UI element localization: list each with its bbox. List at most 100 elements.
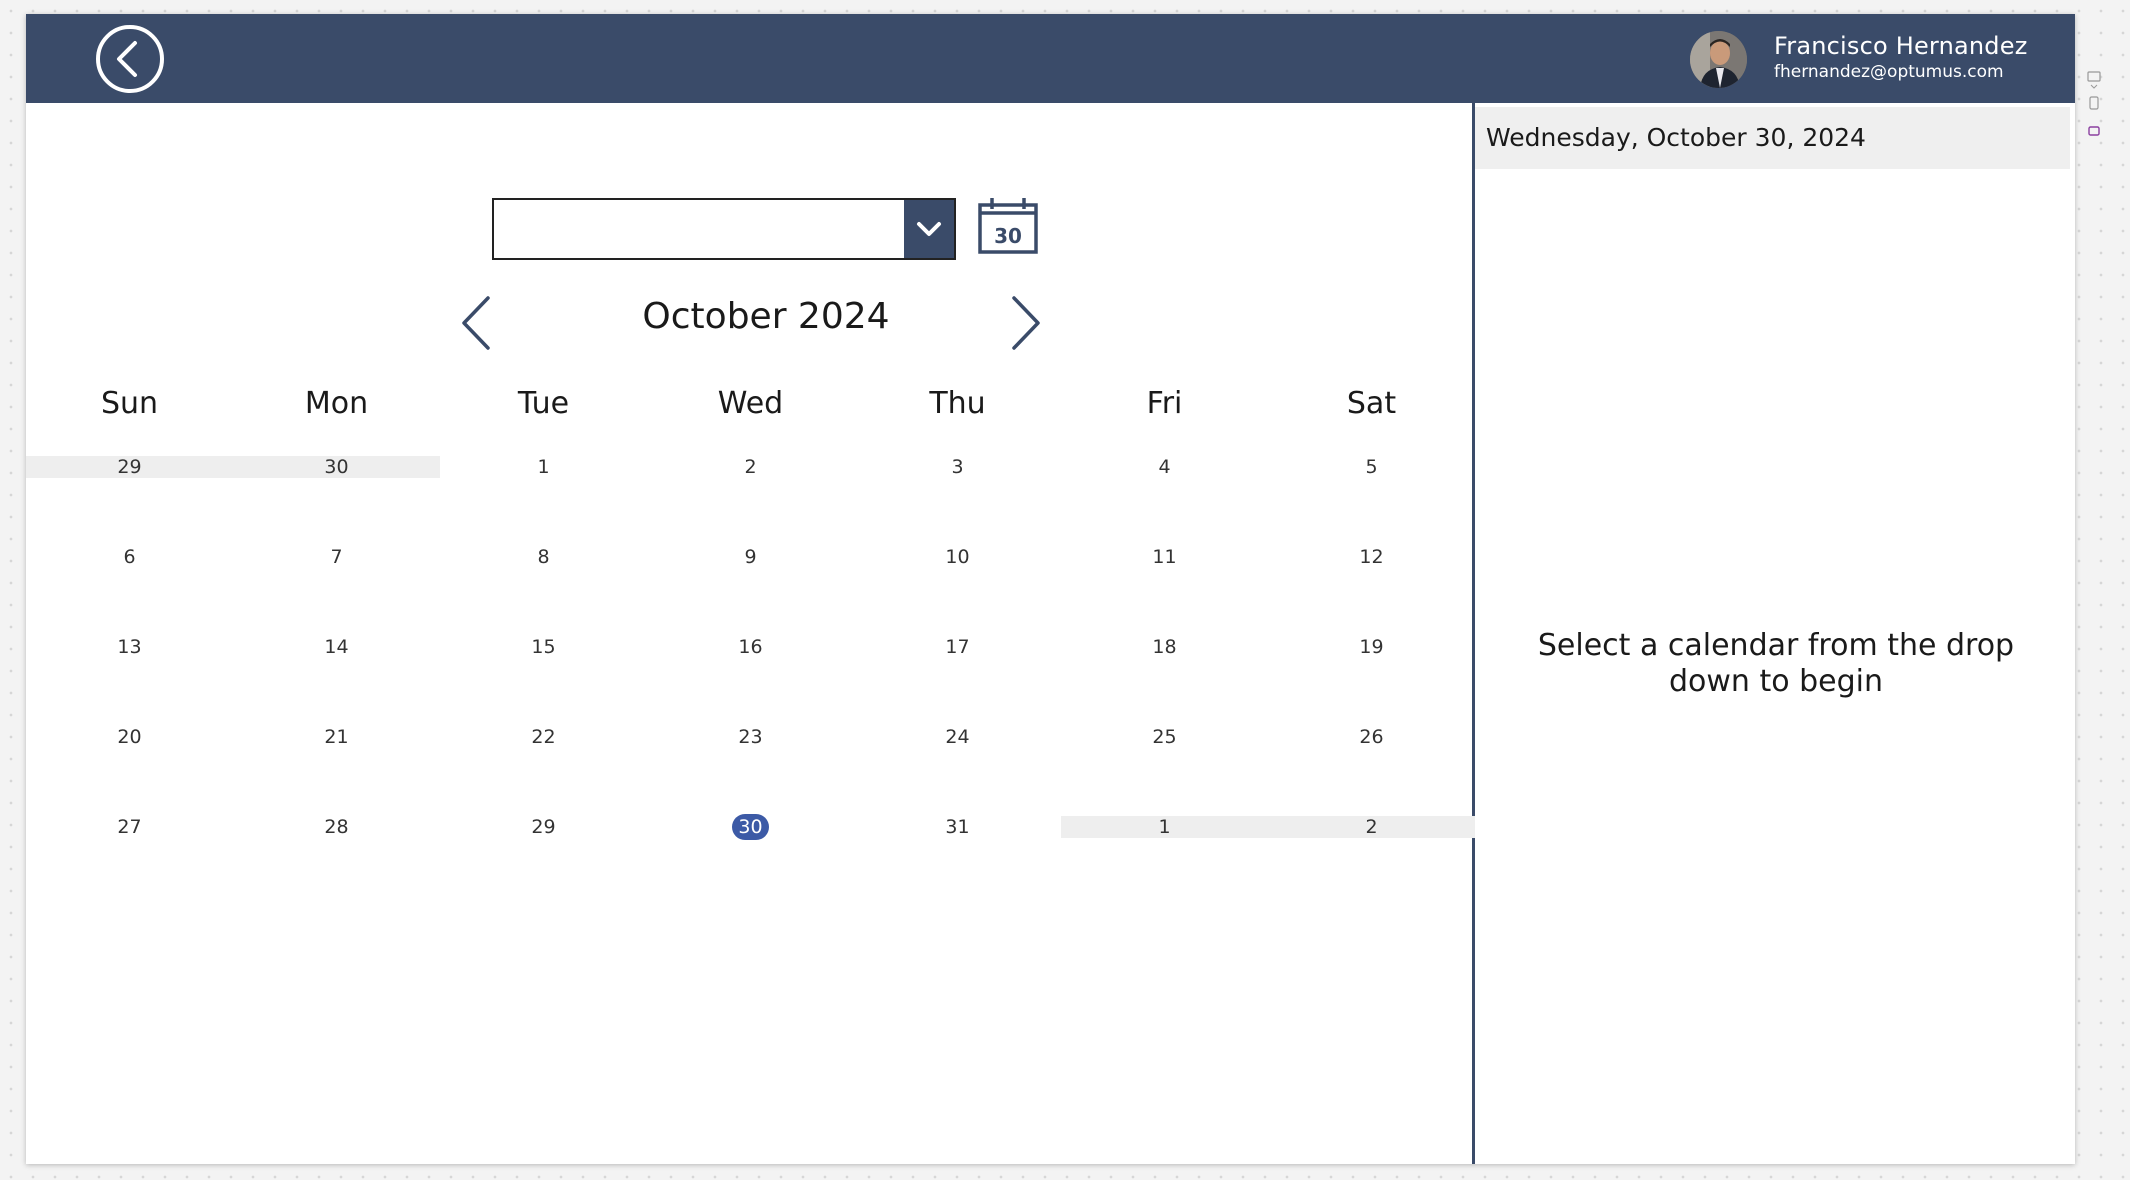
calendar-dropdown[interactable] [492,198,956,260]
day-cell[interactable]: 13 [26,636,233,658]
day-number: 5 [1365,456,1378,478]
prev-month-button[interactable] [458,292,498,354]
day-cell[interactable]: 9 [647,546,854,568]
weekday-label: Sat [1346,386,1397,421]
day-cell[interactable]: 27 [26,816,233,838]
day-cell[interactable]: 31 [854,816,1061,838]
app-header: Francisco Hernandez fhernandez@optumus.c… [26,14,2075,103]
day-number: 13 [117,636,142,658]
day-cell[interactable]: 2 [647,456,854,478]
week-row: 6 7 8 9 10 11 12 [26,546,1472,570]
next-month-button[interactable] [1004,292,1044,354]
panel-divider [1472,103,1475,1164]
weekday-label: Sun [100,386,159,421]
dropdown-toggle[interactable] [904,200,954,258]
back-button[interactable] [96,25,164,93]
day-cell[interactable]: 21 [233,726,440,748]
day-number: 19 [1359,636,1384,658]
day-number: 3 [951,456,964,478]
day-number: 24 [945,726,970,748]
day-number: 12 [1359,546,1384,568]
screen-icon [2087,71,2101,82]
day-cell[interactable]: 17 [854,636,1061,658]
week-row: 20 21 22 23 24 25 26 [26,726,1472,750]
chevron-down-icon [917,222,941,236]
day-number: 15 [531,636,556,658]
day-cell[interactable]: 12 [1268,546,1475,568]
day-cell[interactable]: 5 [1268,456,1475,478]
day-cell[interactable]: 15 [440,636,647,658]
day-cell[interactable]: 22 [440,726,647,748]
day-cell[interactable]: 14 [233,636,440,658]
selected-date-bar: Wednesday, October 30, 2024 [1475,107,2070,169]
today-button[interactable]: 30 [977,196,1039,256]
weekday-header: Sun Mon Tue Wed Thu Fri Sat [26,386,1472,436]
weekday-label: Tue [517,386,570,421]
day-number: 6 [123,546,136,568]
day-cell[interactable]: 26 [1268,726,1475,748]
day-number: 26 [1359,726,1384,748]
calendar-icon: 30 [978,198,1038,254]
day-cell[interactable]: 4 [1061,456,1268,478]
day-number: 10 [945,546,970,568]
day-cell[interactable]: 18 [1061,636,1268,658]
day-number: 25 [1152,726,1177,748]
day-cell[interactable]: 25 [1061,726,1268,748]
day-number: 16 [738,636,763,658]
day-number: 17 [945,636,970,658]
day-number: 30 [732,814,769,840]
day-number: 30 [324,456,349,478]
chevron-right-icon [1012,296,1040,350]
selected-date: Wednesday, October 30, 2024 [1486,123,1866,152]
side-toolbar [2082,64,2106,154]
day-cell[interactable]: 11 [1061,546,1268,568]
weekday-label: Thu [929,386,986,421]
day-number: 4 [1158,456,1171,478]
day-number: 7 [330,546,343,568]
day-cell[interactable]: 2 [1268,816,1475,838]
day-number: 29 [531,816,556,838]
day-number: 11 [1152,546,1177,568]
chevron-left-icon [462,296,490,350]
day-number: 2 [1365,816,1378,838]
chevron-left-circle-icon [117,41,137,77]
weekday-label: Wed [717,386,784,421]
day-number: 1 [537,456,550,478]
day-cell[interactable]: 8 [440,546,647,568]
week-row: 13 14 15 16 17 18 19 [26,636,1472,660]
database-icon [2088,126,2100,136]
day-cell[interactable]: 30 [233,456,440,478]
user-email: fhernandez@optumus.com [1774,62,2004,82]
avatar [1690,31,1747,88]
day-cell[interactable]: 19 [1268,636,1475,658]
day-cell[interactable]: 3 [854,456,1061,478]
day-number: 27 [117,816,142,838]
day-cell[interactable]: 24 [854,726,1061,748]
day-number: 22 [531,726,556,748]
day-number: 1 [1158,816,1171,838]
week-row: 29 30 1 2 3 4 5 [26,456,1472,480]
day-number: 23 [738,726,763,748]
day-cell[interactable]: 1 [1061,816,1268,838]
day-number: 9 [744,546,757,568]
day-cell[interactable]: 1 [440,456,647,478]
day-cell[interactable]: 29 [440,816,647,838]
weekday-label: Mon [304,386,369,421]
day-cell[interactable]: 30 [647,814,854,840]
day-cell[interactable]: 20 [26,726,233,748]
app-canvas: Francisco Hernandez fhernandez@optumus.c… [26,14,2075,1164]
day-number: 8 [537,546,550,568]
day-cell[interactable]: 7 [233,546,440,568]
day-number: 29 [117,456,142,478]
day-cell[interactable]: 16 [647,636,854,658]
day-number: 31 [945,816,970,838]
day-cell[interactable]: 10 [854,546,1061,568]
day-cell[interactable]: 29 [26,456,233,478]
day-number: 20 [117,726,142,748]
day-cell[interactable]: 23 [647,726,854,748]
day-number: 18 [1152,636,1177,658]
day-number: 14 [324,636,349,658]
day-cell[interactable]: 6 [26,546,233,568]
day-cell[interactable]: 28 [233,816,440,838]
month-title: October 2024 [642,296,890,337]
